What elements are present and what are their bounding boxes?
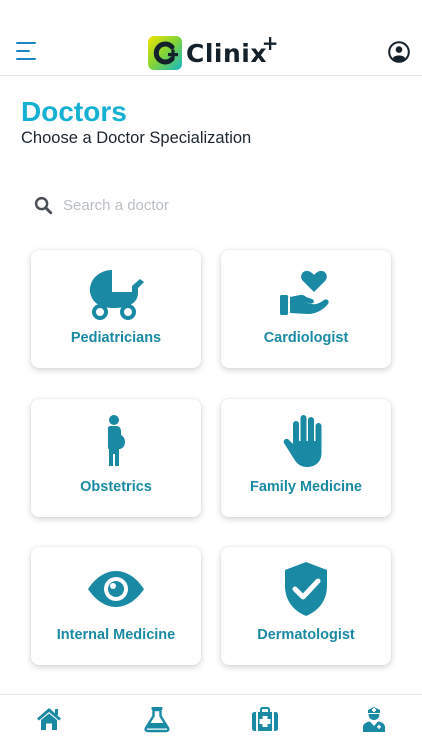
specialization-card-family-medicine[interactable]: Family Medicine [221,399,391,517]
hand-holding-heart-icon [280,270,329,315]
search-input[interactable] [63,191,363,219]
search-icon[interactable] [34,196,53,215]
specialization-card-obstetrics[interactable]: Obstetrics [31,399,201,517]
card-label: Cardiologist [263,330,349,346]
tab-first-aid[interactable] [251,705,279,733]
specialization-card-dermatologist[interactable]: Dermatologist [221,547,391,665]
specialization-card-pediatricians[interactable]: Pediatricians [31,250,201,368]
card-label: Dermatologist [257,627,355,643]
logo-mark-icon [148,36,182,70]
brand-name: Clinix + [186,30,279,68]
tab-doctors[interactable] [360,705,388,733]
hamburger-menu-icon[interactable] [16,42,38,60]
page-subtitle: Choose a Doctor Specialization [21,129,252,147]
card-label: Pediatricians [70,330,162,346]
pregnant-person-icon [108,415,125,466]
baby-carriage-icon [89,269,144,320]
page-title: Doctors [21,96,127,127]
tab-home[interactable] [35,705,63,733]
doctor-icon [363,707,385,732]
specialization-card-internal-medicine[interactable]: Internal Medicine [31,547,201,665]
home-icon [37,708,61,730]
specialization-card-cardiologist[interactable]: Cardiologist [221,250,391,368]
card-label: Internal Medicine [56,627,176,643]
search-bar [34,190,390,220]
card-label: Family Medicine [249,479,362,495]
hand-paper-icon [283,415,322,467]
flask-icon [144,707,170,733]
brand-plus: + [261,30,279,55]
card-label: Obstetrics [80,479,152,495]
app-logo: Clinix + [148,30,279,70]
first-aid-kit-icon [252,707,278,731]
tab-lab[interactable] [143,705,171,733]
bottom-tab-bar [0,694,422,750]
eye-icon [88,571,144,607]
app-header: Clinix + [0,0,422,76]
user-circle-icon[interactable] [388,41,410,63]
shield-check-icon [285,562,327,616]
